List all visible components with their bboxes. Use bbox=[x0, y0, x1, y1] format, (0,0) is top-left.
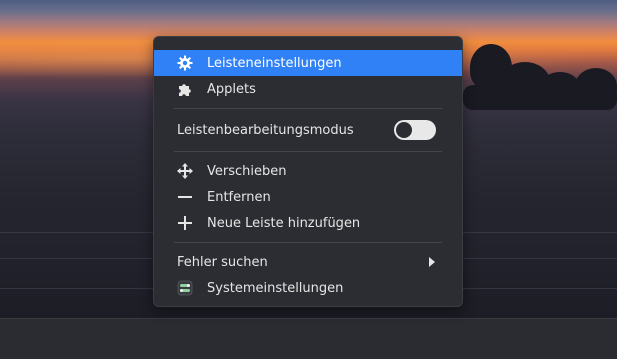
menu-separator bbox=[174, 108, 442, 109]
menu-item-add-panel[interactable]: Neue Leiste hinzufügen bbox=[154, 210, 462, 236]
menu-item-label: Fehler suchen bbox=[177, 254, 268, 270]
taskbar-panel[interactable] bbox=[0, 318, 617, 359]
desktop: Leisteneinstellungen Applets Leistenbear… bbox=[0, 0, 617, 359]
menu-item-label: Leistenbearbeitungsmodus bbox=[177, 122, 354, 138]
tree-silhouette bbox=[463, 85, 617, 110]
chevron-right-icon bbox=[429, 257, 435, 267]
menu-item-label: Entfernen bbox=[207, 189, 271, 205]
system-settings-icon bbox=[177, 280, 193, 296]
menu-item-system-settings[interactable]: Systemeinstellungen bbox=[154, 275, 462, 301]
menu-item-panel-settings[interactable]: Leisteneinstellungen bbox=[154, 50, 462, 76]
menu-item-applets[interactable]: Applets bbox=[154, 76, 462, 102]
menu-item-move[interactable]: Verschieben bbox=[154, 158, 462, 184]
menu-item-label: Neue Leiste hinzufügen bbox=[207, 215, 361, 231]
switch-knob bbox=[396, 122, 412, 138]
menu-item-label: Verschieben bbox=[207, 163, 287, 179]
menu-item-edit-mode-toggle[interactable]: Leistenbearbeitungsmodus bbox=[154, 115, 462, 145]
gear-icon bbox=[177, 55, 193, 71]
move-icon bbox=[177, 163, 193, 179]
menu-item-label: Systemeinstellungen bbox=[207, 280, 344, 296]
menu-item-label: Leisteneinstellungen bbox=[207, 55, 342, 71]
menu-separator bbox=[174, 242, 442, 243]
menu-item-label: Applets bbox=[207, 81, 256, 97]
minus-icon bbox=[177, 189, 193, 205]
panel-context-menu: Leisteneinstellungen Applets Leistenbear… bbox=[153, 36, 463, 307]
edit-mode-switch[interactable] bbox=[394, 120, 436, 140]
puzzle-icon bbox=[177, 81, 193, 97]
plus-icon bbox=[177, 215, 193, 231]
menu-item-troubleshoot[interactable]: Fehler suchen bbox=[154, 249, 462, 275]
menu-item-remove[interactable]: Entfernen bbox=[154, 184, 462, 210]
menu-separator bbox=[174, 151, 442, 152]
